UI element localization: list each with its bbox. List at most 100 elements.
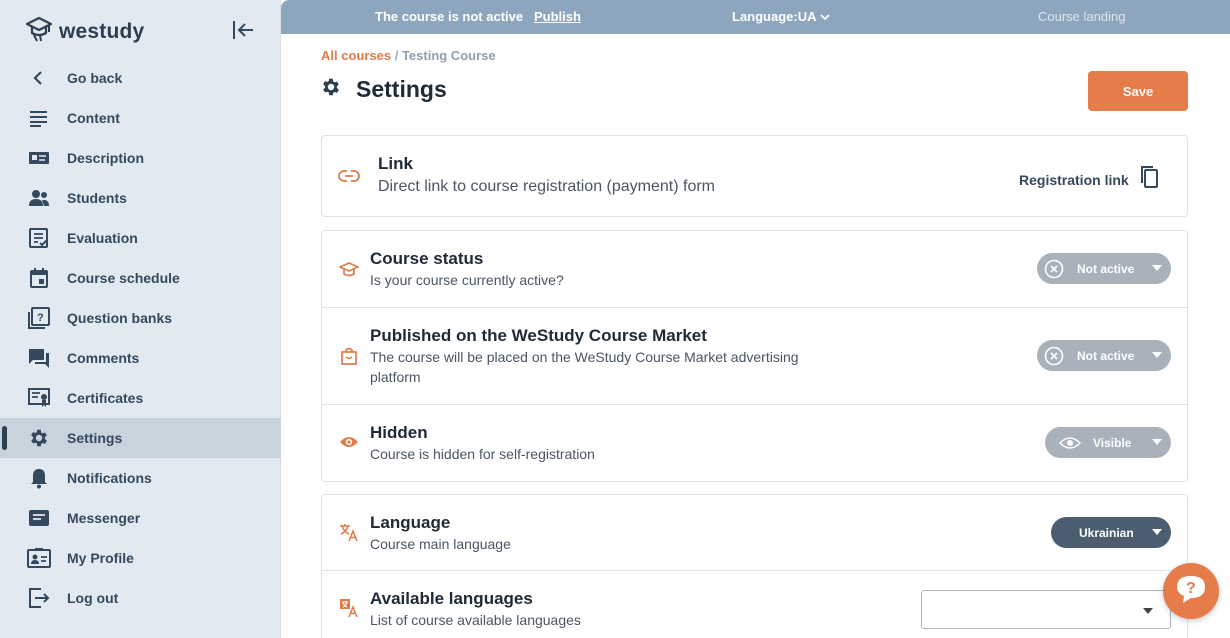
page-title: Settings <box>356 76 447 102</box>
visibility-value: Visible <box>1093 435 1132 450</box>
visibility-dropdown[interactable]: Visible <box>1045 427 1171 458</box>
graduation-cap-icon <box>25 16 53 47</box>
sidebar-item-evaluation[interactable]: Evaluation <box>0 218 281 258</box>
chevron-down-icon <box>819 9 830 24</box>
gear-icon <box>320 76 342 103</box>
help-chat-button[interactable]: ? <box>1163 563 1219 619</box>
help-bubble-icon: ? <box>1174 574 1208 609</box>
sidebar-nav: Go back Content Description Students Eva… <box>0 58 281 618</box>
collapse-sidebar-icon[interactable] <box>230 17 256 43</box>
logo-text: westudy <box>59 19 145 43</box>
language-dropdown[interactable]: Ukrainian <box>1051 517 1171 548</box>
sidebar-item-label: My Profile <box>67 550 134 566</box>
language-subtitle: Course main language <box>370 536 511 552</box>
copy-icon <box>1139 165 1159 194</box>
question-bank-icon: ? <box>27 306 51 330</box>
sidebar-item-label: Notifications <box>67 470 152 486</box>
message-icon <box>27 506 51 530</box>
available-languages-select[interactable] <box>921 590 1171 629</box>
sidebar-item-label: Log out <box>67 590 119 606</box>
status-card: Course status Is your course currently a… <box>321 230 1188 482</box>
sidebar-item-question-banks[interactable]: ? Question banks <box>0 298 281 338</box>
sidebar-item-course-schedule[interactable]: Course schedule <box>0 258 281 298</box>
sidebar-item-settings[interactable]: Settings <box>0 418 281 458</box>
market-row: Published on the WeStudy Course Market T… <box>322 308 1187 405</box>
registration-link-button[interactable]: Registration link <box>1019 165 1159 194</box>
caret-down-icon <box>1143 608 1153 614</box>
available-languages-subtitle: List of course available languages <box>370 612 581 628</box>
sidebar-item-label: Comments <box>67 350 140 366</box>
logout-icon <box>27 586 51 610</box>
course-landing-link[interactable]: Course landing <box>1038 9 1125 24</box>
breadcrumb-current: Testing Course <box>401 48 496 63</box>
svg-text:?: ? <box>37 312 44 324</box>
graduation-cap-icon <box>338 259 360 281</box>
list-icon <box>27 106 51 130</box>
registration-link-label: Registration link <box>1019 171 1129 188</box>
sidebar-item-description[interactable]: Description <box>0 138 281 178</box>
sidebar-item-label: Question banks <box>67 310 173 326</box>
chevron-left-icon <box>27 66 51 90</box>
sidebar: westudy Go back Content Description Stud… <box>0 0 281 638</box>
sidebar-item-label: Content <box>67 110 120 126</box>
link-icon <box>338 165 360 187</box>
caret-down-icon <box>1152 265 1162 271</box>
save-button[interactable]: Save <box>1088 71 1188 111</box>
breadcrumb-separator: / <box>391 48 402 63</box>
eye-icon <box>338 431 360 453</box>
market-status-dropdown[interactable]: Not active <box>1037 340 1171 371</box>
sidebar-item-label: Settings <box>67 430 123 446</box>
close-circle-icon <box>1043 258 1065 280</box>
course-status-value: Not active <box>1077 261 1135 276</box>
caret-down-icon <box>1152 529 1162 535</box>
sidebar-item-label: Messenger <box>67 510 141 526</box>
available-languages-icon <box>338 597 360 619</box>
link-card: Link Direct link to course registration … <box>321 135 1188 217</box>
caret-down-icon <box>1152 439 1162 445</box>
close-circle-icon <box>1043 345 1065 367</box>
course-status-row: Course status Is your course currently a… <box>322 231 1187 308</box>
bell-icon <box>27 466 51 490</box>
hidden-title: Hidden <box>370 423 428 442</box>
sidebar-item-my-profile[interactable]: My Profile <box>0 538 281 578</box>
language-value: Ukrainian <box>1079 525 1134 540</box>
sidebar-item-label: Description <box>67 150 145 166</box>
certificate-icon <box>27 386 51 410</box>
sidebar-item-notifications[interactable]: Notifications <box>0 458 281 498</box>
svg-text:?: ? <box>1186 580 1196 597</box>
sidebar-item-label: Certificates <box>67 390 144 406</box>
hidden-row: Hidden Course is hidden for self-registr… <box>322 405 1187 481</box>
eye-icon <box>1059 432 1081 454</box>
link-subtitle: Direct link to course registration (paym… <box>378 178 715 195</box>
logo[interactable]: westudy <box>25 16 144 47</box>
sidebar-item-messenger[interactable]: Messenger <box>0 498 281 538</box>
profile-icon <box>27 546 51 570</box>
sidebar-item-certificates[interactable]: Certificates <box>0 378 281 418</box>
sidebar-item-content[interactable]: Content <box>0 98 281 138</box>
language-switcher[interactable]: Language:UA <box>732 9 830 24</box>
translate-icon <box>338 521 360 543</box>
sidebar-item-label: Course schedule <box>67 270 180 286</box>
language-card: Language Course main language Ukrainian … <box>321 494 1188 638</box>
course-status-title: Course status <box>370 249 484 268</box>
checklist-icon <box>27 226 51 250</box>
course-status-bar: The course is not active Publish Languag… <box>281 0 1230 34</box>
sidebar-item-students[interactable]: Students <box>0 178 281 218</box>
caret-down-icon <box>1152 352 1162 358</box>
calendar-icon <box>27 266 51 290</box>
sidebar-item-label: Go back <box>67 70 123 86</box>
sidebar-item-label: Students <box>67 190 127 206</box>
breadcrumb-all-courses[interactable]: All courses <box>321 48 391 63</box>
page-header: Settings <box>320 76 447 103</box>
sidebar-item-comments[interactable]: Comments <box>0 338 281 378</box>
course-status-dropdown[interactable]: Not active <box>1037 253 1171 284</box>
available-languages-title: Available languages <box>370 589 533 608</box>
publish-link[interactable]: Publish <box>534 9 581 24</box>
sidebar-item-log-out[interactable]: Log out <box>0 578 281 618</box>
gear-icon <box>27 426 51 450</box>
market-status-value: Not active <box>1077 348 1135 363</box>
market-title: Published on the WeStudy Course Market <box>370 326 707 345</box>
comments-icon <box>27 346 51 370</box>
sidebar-item-go-back[interactable]: Go back <box>0 58 281 98</box>
language-row: Language Course main language Ukrainian <box>322 495 1187 571</box>
